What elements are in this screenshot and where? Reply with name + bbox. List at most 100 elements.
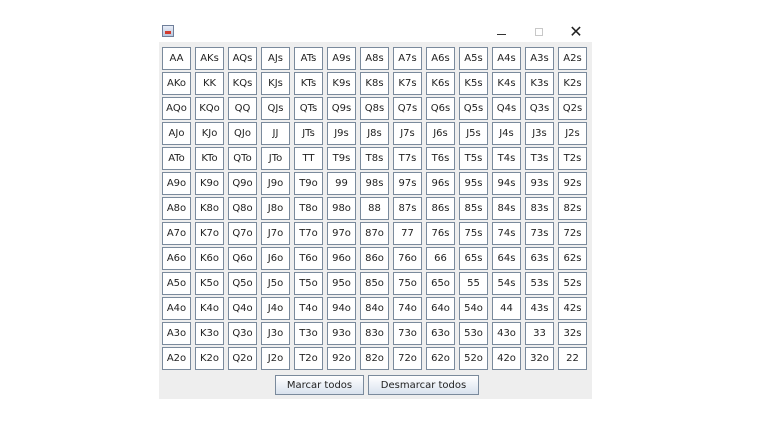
- hand-toggle-q2o[interactable]: Q2o: [228, 347, 257, 370]
- hand-toggle-a9s[interactable]: A9s: [327, 47, 356, 70]
- hand-toggle-53o[interactable]: 53o: [459, 322, 488, 345]
- hand-toggle-k8s[interactable]: K8s: [360, 72, 389, 95]
- hand-toggle-92s[interactable]: 92s: [558, 172, 587, 195]
- hand-toggle-t7o[interactable]: T7o: [294, 222, 323, 245]
- hand-toggle-a9o[interactable]: A9o: [162, 172, 191, 195]
- hand-toggle-75s[interactable]: 75s: [459, 222, 488, 245]
- hand-toggle-t2s[interactable]: T2s: [558, 147, 587, 170]
- hand-toggle-k8o[interactable]: K8o: [195, 197, 224, 220]
- hand-toggle-65o[interactable]: 65o: [426, 272, 455, 295]
- hand-toggle-t8s[interactable]: T8s: [360, 147, 389, 170]
- hand-toggle-85s[interactable]: 85s: [459, 197, 488, 220]
- hand-toggle-32s[interactable]: 32s: [558, 322, 587, 345]
- hand-toggle-j2o[interactable]: J2o: [261, 347, 290, 370]
- hand-toggle-k7s[interactable]: K7s: [393, 72, 422, 95]
- hand-toggle-42o[interactable]: 42o: [492, 347, 521, 370]
- hand-toggle-q5s[interactable]: Q5s: [459, 97, 488, 120]
- hand-toggle-qto[interactable]: QTo: [228, 147, 257, 170]
- hand-toggle-a2o[interactable]: A2o: [162, 347, 191, 370]
- hand-toggle-j3s[interactable]: J3s: [525, 122, 554, 145]
- hand-toggle-j6s[interactable]: J6s: [426, 122, 455, 145]
- hand-toggle-54s[interactable]: 54s: [492, 272, 521, 295]
- hand-toggle-k6s[interactable]: K6s: [426, 72, 455, 95]
- hand-toggle-kqo[interactable]: KQo: [195, 97, 224, 120]
- hand-toggle-j4s[interactable]: J4s: [492, 122, 521, 145]
- hand-toggle-t4o[interactable]: T4o: [294, 297, 323, 320]
- hand-toggle-75o[interactable]: 75o: [393, 272, 422, 295]
- hand-toggle-52s[interactable]: 52s: [558, 272, 587, 295]
- hand-toggle-k5o[interactable]: K5o: [195, 272, 224, 295]
- hand-toggle-k3o[interactable]: K3o: [195, 322, 224, 345]
- hand-toggle-72o[interactable]: 72o: [393, 347, 422, 370]
- hand-toggle-ako[interactable]: AKo: [162, 72, 191, 95]
- hand-toggle-j8o[interactable]: J8o: [261, 197, 290, 220]
- hand-toggle-j7s[interactable]: J7s: [393, 122, 422, 145]
- hand-toggle-k6o[interactable]: K6o: [195, 247, 224, 270]
- hand-toggle-j4o[interactable]: J4o: [261, 297, 290, 320]
- hand-toggle-55[interactable]: 55: [459, 272, 488, 295]
- hand-toggle-43o[interactable]: 43o: [492, 322, 521, 345]
- hand-toggle-k9s[interactable]: K9s: [327, 72, 356, 95]
- hand-toggle-66[interactable]: 66: [426, 247, 455, 270]
- hand-toggle-64o[interactable]: 64o: [426, 297, 455, 320]
- hand-toggle-87s[interactable]: 87s: [393, 197, 422, 220]
- hand-toggle-43s[interactable]: 43s: [525, 297, 554, 320]
- hand-toggle-q4s[interactable]: Q4s: [492, 97, 521, 120]
- hand-toggle-a4s[interactable]: A4s: [492, 47, 521, 70]
- hand-toggle-83s[interactable]: 83s: [525, 197, 554, 220]
- hand-toggle-92o[interactable]: 92o: [327, 347, 356, 370]
- hand-toggle-j5o[interactable]: J5o: [261, 272, 290, 295]
- hand-toggle-q6s[interactable]: Q6s: [426, 97, 455, 120]
- hand-toggle-k3s[interactable]: K3s: [525, 72, 554, 95]
- hand-toggle-64s[interactable]: 64s: [492, 247, 521, 270]
- hand-toggle-86o[interactable]: 86o: [360, 247, 389, 270]
- hand-toggle-a5s[interactable]: A5s: [459, 47, 488, 70]
- hand-toggle-76o[interactable]: 76o: [393, 247, 422, 270]
- hand-toggle-ato[interactable]: ATo: [162, 147, 191, 170]
- hand-toggle-q9s[interactable]: Q9s: [327, 97, 356, 120]
- hand-toggle-jj[interactable]: JJ: [261, 122, 290, 145]
- hand-toggle-97o[interactable]: 97o: [327, 222, 356, 245]
- hand-toggle-aks[interactable]: AKs: [195, 47, 224, 70]
- hand-toggle-65s[interactable]: 65s: [459, 247, 488, 270]
- hand-toggle-q8s[interactable]: Q8s: [360, 97, 389, 120]
- hand-toggle-t9o[interactable]: T9o: [294, 172, 323, 195]
- hand-toggle-k2s[interactable]: K2s: [558, 72, 587, 95]
- hand-toggle-t3s[interactable]: T3s: [525, 147, 554, 170]
- hand-toggle-j8s[interactable]: J8s: [360, 122, 389, 145]
- hand-toggle-qjs[interactable]: QJs: [261, 97, 290, 120]
- hand-toggle-q3o[interactable]: Q3o: [228, 322, 257, 345]
- hand-toggle-qts[interactable]: QTs: [294, 97, 323, 120]
- hand-toggle-87o[interactable]: 87o: [360, 222, 389, 245]
- hand-toggle-t5s[interactable]: T5s: [459, 147, 488, 170]
- hand-toggle-63o[interactable]: 63o: [426, 322, 455, 345]
- hand-toggle-95s[interactable]: 95s: [459, 172, 488, 195]
- unmark-all-button[interactable]: Desmarcar todos: [368, 375, 479, 395]
- hand-toggle-aa[interactable]: AA: [162, 47, 191, 70]
- hand-toggle-j2s[interactable]: J2s: [558, 122, 587, 145]
- hand-toggle-kts[interactable]: KTs: [294, 72, 323, 95]
- hand-toggle-94o[interactable]: 94o: [327, 297, 356, 320]
- hand-toggle-t6o[interactable]: T6o: [294, 247, 323, 270]
- hand-toggle-77[interactable]: 77: [393, 222, 422, 245]
- hand-toggle-76s[interactable]: 76s: [426, 222, 455, 245]
- hand-toggle-kqs[interactable]: KQs: [228, 72, 257, 95]
- hand-toggle-42s[interactable]: 42s: [558, 297, 587, 320]
- hand-toggle-98o[interactable]: 98o: [327, 197, 356, 220]
- hand-toggle-97s[interactable]: 97s: [393, 172, 422, 195]
- hand-toggle-72s[interactable]: 72s: [558, 222, 587, 245]
- hand-toggle-74s[interactable]: 74s: [492, 222, 521, 245]
- hand-toggle-q7o[interactable]: Q7o: [228, 222, 257, 245]
- hand-toggle-q7s[interactable]: Q7s: [393, 97, 422, 120]
- hand-toggle-a7o[interactable]: A7o: [162, 222, 191, 245]
- hand-toggle-54o[interactable]: 54o: [459, 297, 488, 320]
- hand-toggle-52o[interactable]: 52o: [459, 347, 488, 370]
- hand-toggle-84o[interactable]: 84o: [360, 297, 389, 320]
- hand-toggle-73s[interactable]: 73s: [525, 222, 554, 245]
- hand-toggle-j9s[interactable]: J9s: [327, 122, 356, 145]
- hand-toggle-k7o[interactable]: K7o: [195, 222, 224, 245]
- hand-toggle-q8o[interactable]: Q8o: [228, 197, 257, 220]
- hand-toggle-aqo[interactable]: AQo: [162, 97, 191, 120]
- hand-toggle-k9o[interactable]: K9o: [195, 172, 224, 195]
- hand-toggle-ajo[interactable]: AJo: [162, 122, 191, 145]
